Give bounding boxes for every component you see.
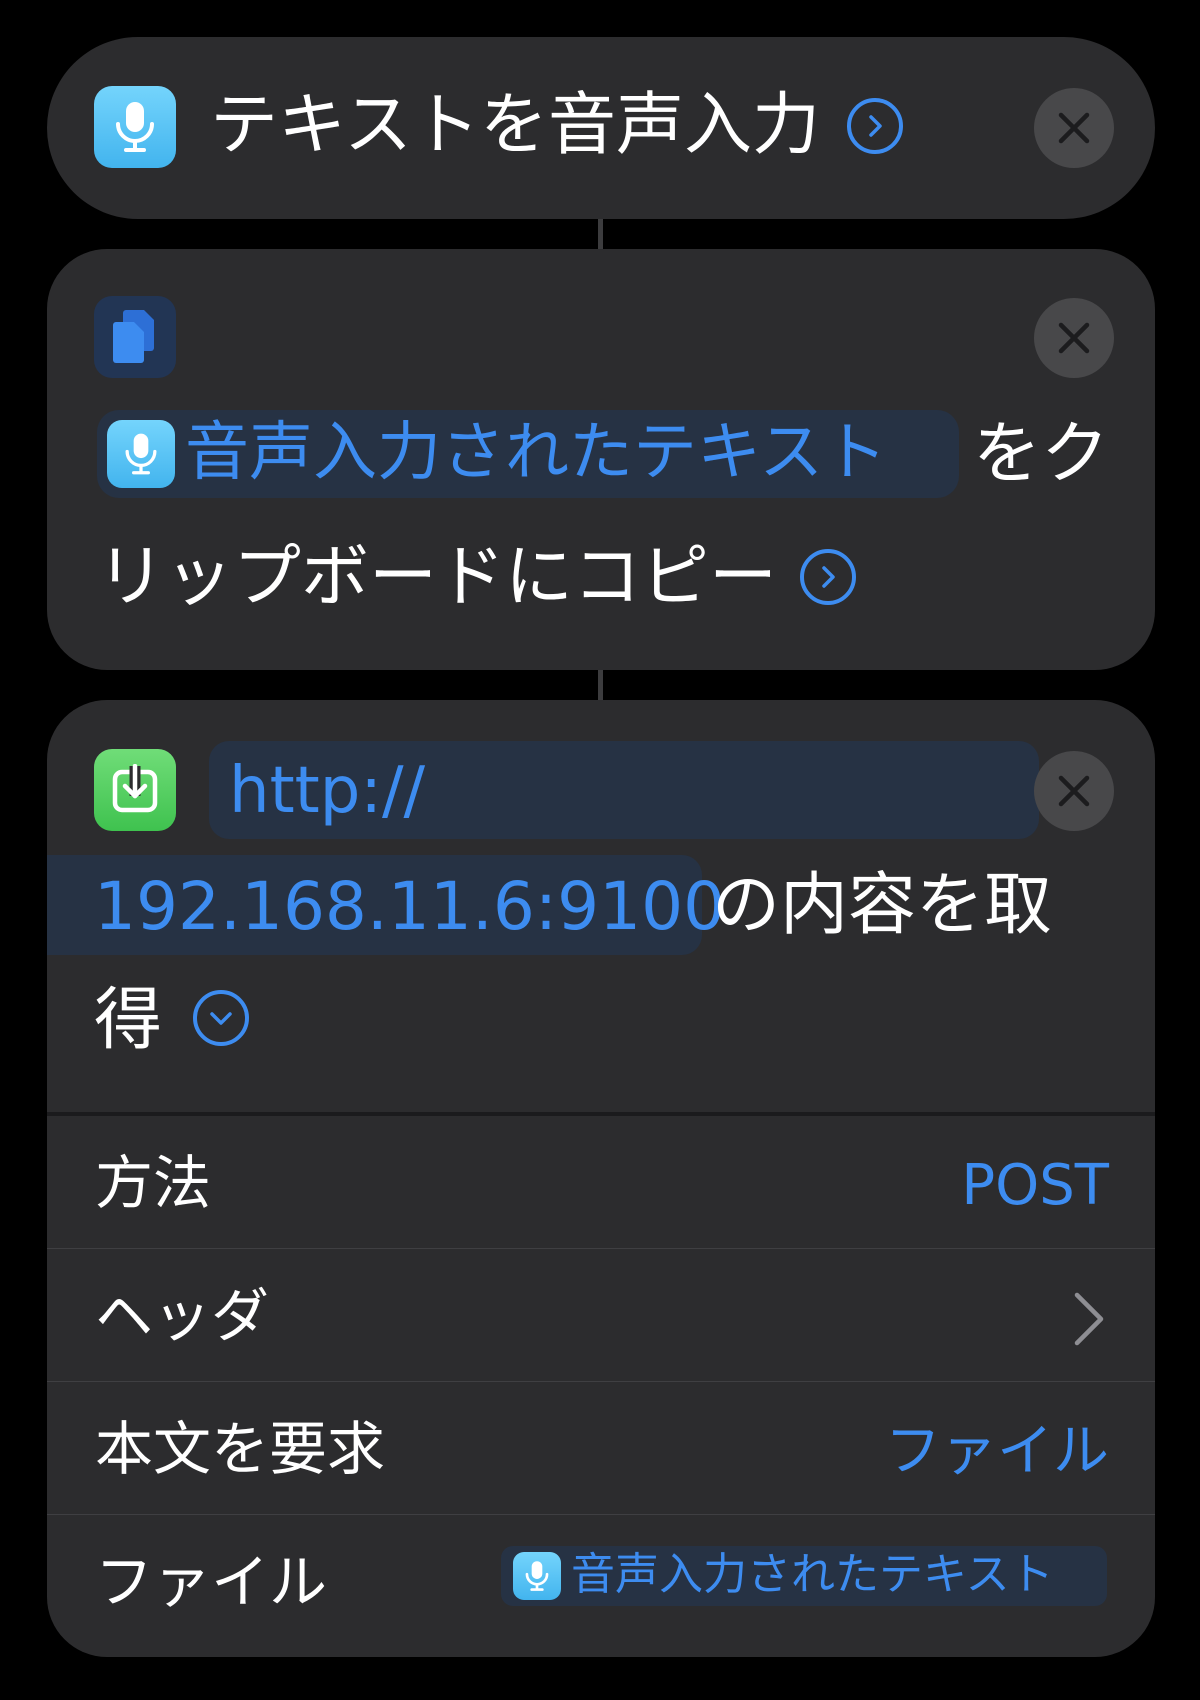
method-label: 方法 <box>95 1149 212 1217</box>
chevron-down-circle-icon[interactable] <box>193 990 249 1046</box>
dictate-text-action[interactable]: テキストを音声入力 <box>47 37 1155 219</box>
microphone-icon <box>107 420 175 488</box>
url-text: http:// <box>229 754 426 828</box>
copy-action-text-cont: リップボードにコピー <box>97 538 778 617</box>
param-row-method[interactable]: 方法 POST <box>47 1116 1155 1249</box>
request-body-label: 本文を要求 <box>95 1415 386 1483</box>
param-row-headers[interactable]: ヘッダ <box>47 1249 1155 1382</box>
method-value[interactable]: POST <box>961 1158 1109 1214</box>
url-token-cont[interactable]: 192.168.11.6:9100 <box>47 855 725 955</box>
flow-connector <box>598 670 603 700</box>
dictate-action-title: テキストを音声入力 <box>210 86 820 165</box>
chevron-right-circle-icon[interactable] <box>800 549 856 605</box>
file-variable-label: 音声入力されたテキスト <box>571 1549 1054 1600</box>
download-icon <box>94 749 176 831</box>
close-icon[interactable] <box>1034 751 1114 831</box>
file-label: ファイル <box>95 1548 328 1616</box>
microphone-icon <box>513 1552 561 1600</box>
chevron-right-circle-icon[interactable] <box>847 98 903 154</box>
close-icon[interactable] <box>1034 298 1114 378</box>
variable-token-label: 音声入力されたテキスト <box>185 416 888 490</box>
copy-to-clipboard-action[interactable]: 音声入力されたテキスト をク リップボードにコピー <box>47 249 1155 670</box>
headers-label: ヘッダ <box>95 1282 270 1350</box>
file-variable-token[interactable]: 音声入力されたテキスト <box>501 1546 1107 1606</box>
fetch-action-text: の内容を取 <box>712 866 1053 945</box>
microphone-icon <box>94 86 176 168</box>
request-body-value[interactable]: ファイル <box>885 1424 1109 1480</box>
get-contents-of-url-action[interactable]: http:// 192.168.11.6:9100 の内容を取 得 方法 POS… <box>47 700 1155 1657</box>
param-row-request-body[interactable]: 本文を要求 ファイル <box>47 1382 1155 1515</box>
url-token[interactable]: http:// <box>209 741 1039 839</box>
copy-action-text: をク <box>973 415 1110 494</box>
param-row-file[interactable]: ファイル 音声入力されたテキスト <box>47 1515 1155 1648</box>
chevron-right-icon <box>1073 1291 1105 1351</box>
fetch-action-text-cont: 得 <box>94 981 163 1060</box>
clipboard-icon <box>94 296 176 378</box>
url-text: 192.168.11.6:9100 <box>94 868 726 945</box>
variable-token[interactable]: 音声入力されたテキスト <box>97 410 959 498</box>
flow-connector <box>598 219 603 249</box>
close-icon[interactable] <box>1034 88 1114 168</box>
